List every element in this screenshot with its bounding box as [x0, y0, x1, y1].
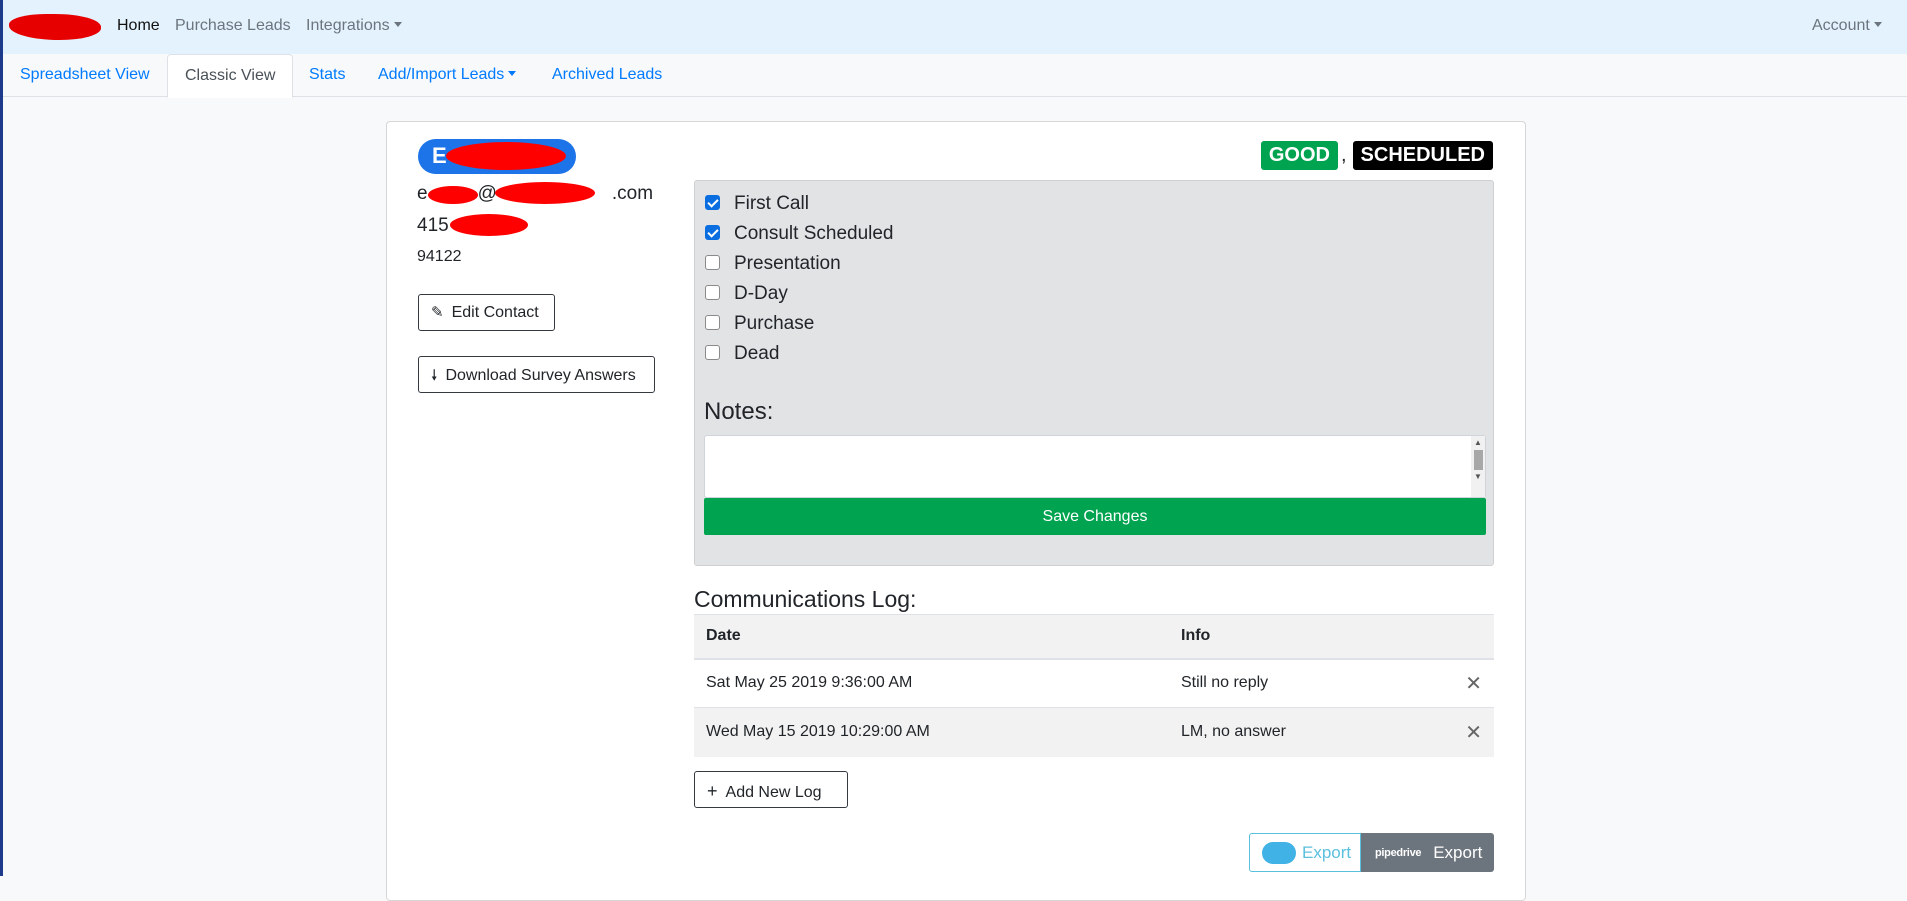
nav-account[interactable]: Account — [1812, 17, 1882, 35]
stage-consult-scheduled[interactable]: Consult Scheduled — [705, 223, 894, 245]
redaction-mark — [446, 142, 566, 170]
checkbox[interactable] — [705, 194, 720, 210]
nav-integrations[interactable]: Integrations — [306, 17, 402, 35]
table-row: Sat May 25 2019 9:36:00 AM Still no repl… — [694, 658, 1494, 708]
stage-label: Purchase — [734, 313, 815, 334]
stage-label: D-Day — [734, 283, 788, 304]
log-date: Sat May 25 2019 9:36:00 AM — [694, 658, 1169, 708]
table-header-row: Date Info — [694, 614, 1494, 660]
add-new-log-button[interactable]: + Add New Log — [694, 771, 848, 808]
tab-archived-leads[interactable]: Archived Leads — [535, 54, 679, 97]
notes-textarea[interactable]: ▲ ▼ — [704, 435, 1486, 498]
email-suffix: .com — [611, 183, 654, 204]
log-info: Still no reply — [1169, 658, 1454, 708]
status-badges: GOOD , SCHEDULED — [1260, 141, 1493, 170]
tab-spreadsheet-view[interactable]: Spreadsheet View — [3, 54, 167, 97]
scroll-up-icon[interactable]: ▲ — [1474, 438, 1482, 447]
pipedrive-export-label: Export — [1433, 842, 1483, 862]
table-row: Wed May 15 2019 10:29:00 AM LM, no answe… — [694, 707, 1494, 757]
redaction-mark — [495, 182, 595, 204]
salesforce-export-label: Export — [1302, 842, 1352, 862]
pipedrive-export-button[interactable]: pipedrive Export — [1361, 833, 1494, 872]
tab-add-import-label: Add/Import Leads — [378, 66, 505, 83]
checkbox[interactable] — [705, 344, 720, 360]
stage-label: First Call — [734, 193, 809, 214]
communications-log-title: Communications Log: — [694, 586, 917, 612]
notes-scrollbar[interactable]: ▲ ▼ — [1471, 436, 1485, 497]
tab-stats[interactable]: Stats — [292, 54, 362, 97]
stage-first-call[interactable]: First Call — [705, 193, 809, 215]
chevron-down-icon — [1873, 22, 1882, 27]
nav-purchase-leads[interactable]: Purchase Leads — [175, 17, 291, 35]
export-button-group: Export pipedrive Export — [1249, 833, 1494, 872]
pencil-icon: ✎ — [431, 304, 444, 321]
download-survey-button[interactable]: 🠗 Download Survey Answers — [418, 356, 655, 393]
nav-integrations-label: Integrations — [306, 17, 390, 34]
stage-label: Presentation — [734, 253, 841, 274]
log-info: LM, no answer — [1169, 707, 1454, 757]
checkbox[interactable] — [705, 254, 720, 270]
checkbox[interactable] — [705, 314, 720, 330]
column-header-info: Info — [1169, 614, 1454, 660]
window-edge — [0, 0, 3, 876]
chevron-down-icon — [508, 71, 517, 76]
stage-dead[interactable]: Dead — [705, 343, 779, 365]
checkbox[interactable] — [705, 224, 720, 240]
delete-log-icon[interactable]: ✕ — [1453, 658, 1494, 708]
stages-panel: First Call Consult Scheduled Presentatio… — [694, 180, 1494, 566]
view-tabs: Spreadsheet View Classic View Stats Add/… — [3, 54, 1907, 98]
nav-account-label: Account — [1812, 17, 1870, 34]
log-date: Wed May 15 2019 10:29:00 AM — [694, 707, 1169, 757]
contact-phone: 415 — [417, 215, 449, 236]
notes-label: Notes: — [704, 398, 774, 425]
pipedrive-logo-icon: pipedrive — [1375, 846, 1422, 859]
salesforce-logo-icon — [1262, 841, 1296, 864]
communications-log-table: Date Info Sat May 25 2019 9:36:00 AM Sti… — [694, 614, 1494, 757]
add-new-log-label: Add New Log — [725, 784, 822, 801]
redaction-mark — [428, 186, 478, 204]
chevron-down-icon — [393, 22, 402, 27]
quality-badge: GOOD — [1260, 141, 1338, 170]
contact-zip: 94122 — [417, 248, 462, 265]
email-prefix: e — [417, 183, 428, 204]
brand-logo[interactable] — [9, 14, 101, 40]
salesforce-export-button[interactable]: Export — [1249, 833, 1361, 872]
checkbox[interactable] — [705, 284, 720, 300]
lead-name-initial: E — [432, 143, 447, 168]
save-changes-button[interactable]: Save Changes — [704, 498, 1486, 535]
column-header-actions — [1453, 614, 1494, 660]
tab-add-import-leads[interactable]: Add/Import Leads — [361, 54, 533, 97]
edit-contact-button[interactable]: ✎ Edit Contact — [418, 294, 555, 331]
stage-presentation[interactable]: Presentation — [705, 253, 841, 275]
stage-badge: SCHEDULED — [1352, 141, 1493, 170]
plus-icon: + — [707, 781, 718, 801]
stage-label: Dead — [734, 343, 780, 364]
badge-separator: , — [1340, 144, 1347, 166]
scroll-down-icon[interactable]: ▼ — [1474, 472, 1482, 481]
scroll-thumb[interactable] — [1474, 450, 1483, 470]
redaction-mark — [450, 214, 528, 236]
stage-d-day[interactable]: D-Day — [705, 283, 788, 305]
nav-home[interactable]: Home — [117, 17, 160, 35]
column-header-date: Date — [694, 614, 1169, 660]
download-survey-label: Download Survey Answers — [445, 367, 636, 384]
edit-contact-label: Edit Contact — [451, 304, 539, 321]
email-at: @ — [477, 183, 497, 204]
delete-log-icon[interactable]: ✕ — [1453, 707, 1494, 757]
stage-purchase[interactable]: Purchase — [705, 313, 814, 335]
download-arrow-icon: 🠗 — [431, 367, 438, 384]
tab-classic-view[interactable]: Classic View — [167, 54, 294, 98]
top-navbar: Home Purchase Leads Integrations Account — [3, 0, 1907, 54]
stage-label: Consult Scheduled — [734, 223, 894, 244]
